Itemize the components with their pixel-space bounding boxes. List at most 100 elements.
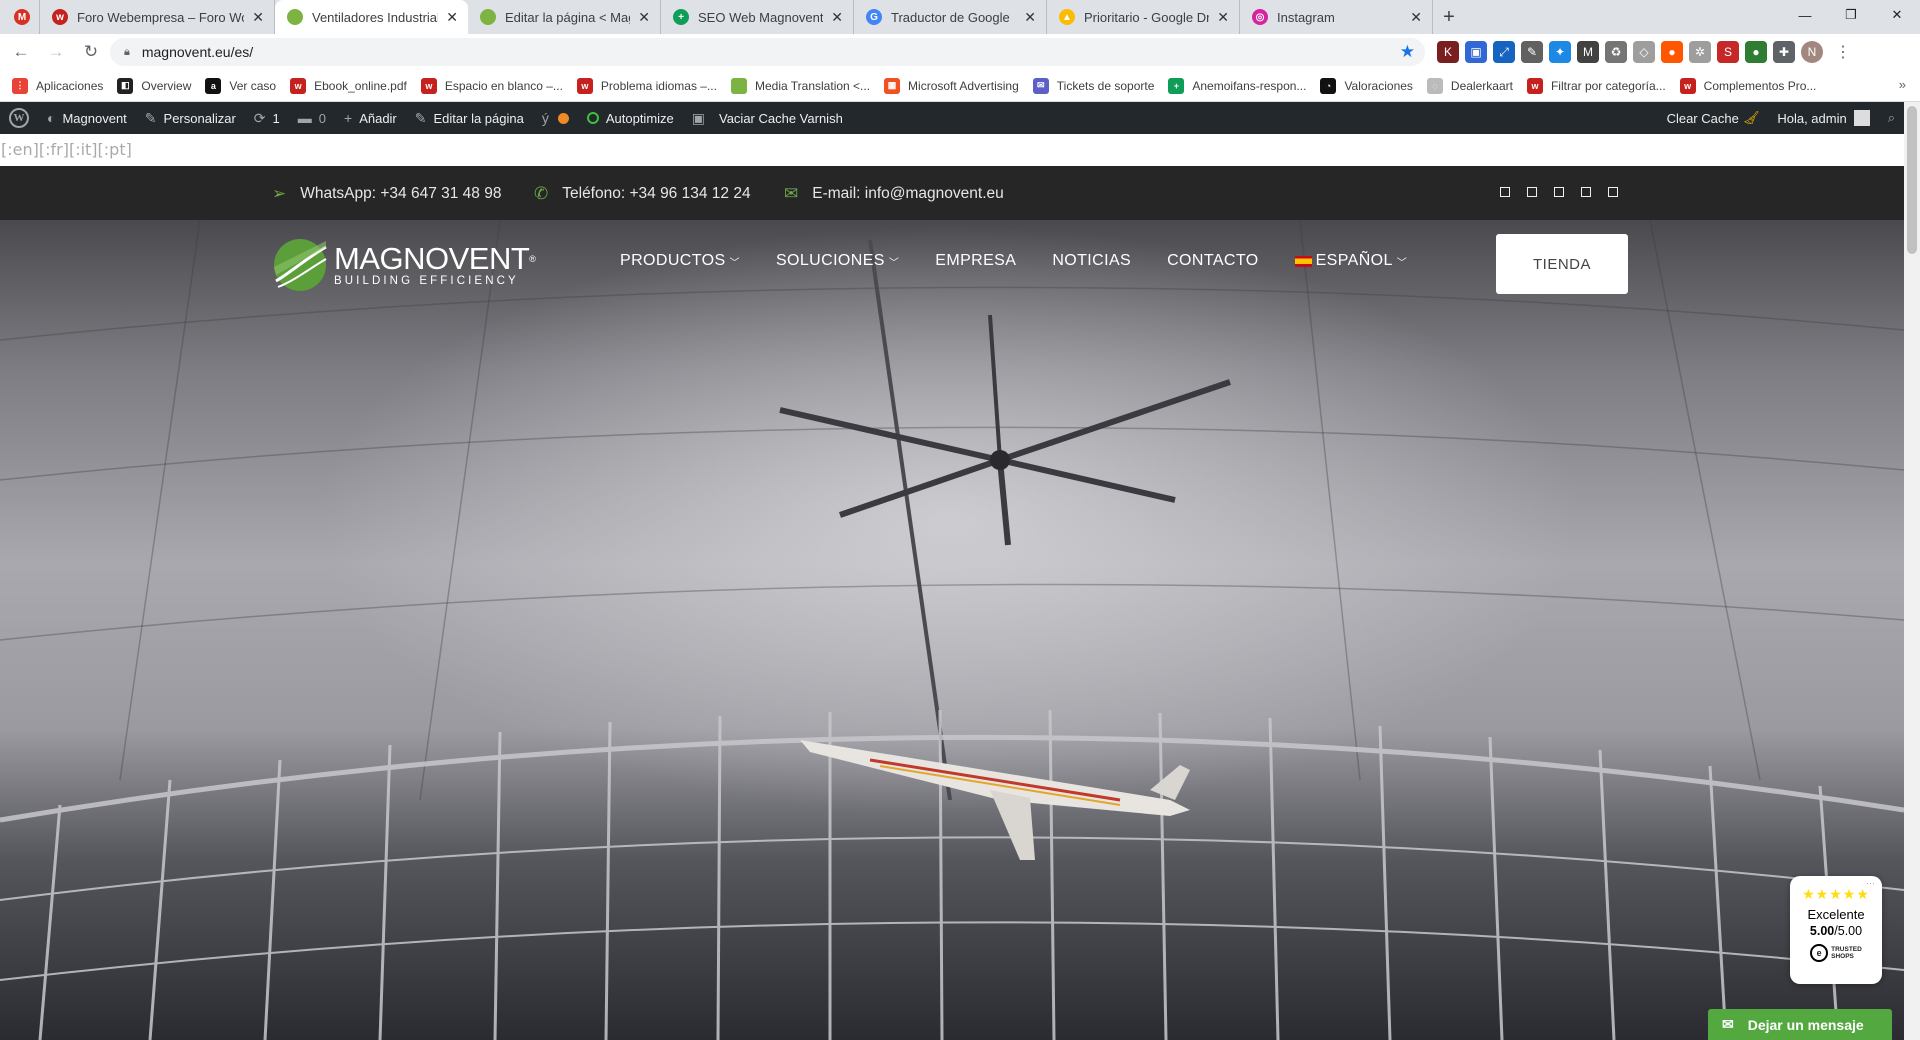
bookmark-star-icon[interactable]: ★ [1400,42,1415,62]
extension-screenshot-icon[interactable]: ⤢ [1493,41,1515,63]
shop-button[interactable]: TIENDA [1496,234,1628,294]
yoast-seo-menu[interactable]: ý [533,102,578,134]
bookmark-item[interactable]: + Anemoifans-respon... [1168,77,1306,94]
bookmarks-overflow-icon[interactable]: » [1899,77,1906,92]
wp-comments[interactable]: ▬ 0 [289,102,335,134]
extension-reddit-icon[interactable]: ● [1661,41,1683,63]
wp-admin-bar: W ◐ Magnovent ✎ Personalizar ⟳ 1 ▬ 0 + Añadir… [0,102,1904,134]
back-arrow-icon[interactable]: ← [7,38,35,66]
new-tab-icon[interactable]: + [1433,0,1465,34]
wp-account-menu[interactable]: Hola, admin [1768,102,1878,134]
extension-blue-box-icon[interactable]: ▣ [1465,41,1487,63]
extension-gear-icon[interactable]: ✲ [1689,41,1711,63]
magnovent-leaf-logo-icon [274,239,327,291]
wp-clear-cache[interactable]: Clear Cache 🧹︎ [1658,102,1769,134]
social-icon-1[interactable] [1500,187,1510,197]
forward-arrow-icon[interactable]: → [42,38,70,66]
bookmark-item[interactable]: w Ebook_online.pdf [290,77,407,94]
extensions-puzzle-icon[interactable]: ✚ [1773,41,1795,63]
wp-customize[interactable]: ✎ Personalizar [136,102,245,134]
tab-close-icon[interactable]: ✕ [831,9,843,26]
contact-topbar: ➢ WhatsApp: +34 647 31 48 98 ✆ Teléfono:… [0,166,1904,220]
bookmark-item[interactable]: ◧ Overview [117,77,191,94]
extension-recycle-icon[interactable]: ♻ [1605,41,1627,63]
magnovent-leaf-icon [730,77,747,94]
bookmark-item[interactable]: w Filtrar por categoría... [1526,77,1666,94]
extension-red-k-icon[interactable]: K [1437,41,1459,63]
address-bar[interactable]: 🔒︎ magnovent.eu/es/ ★ [110,38,1425,66]
amazon-icon: a [205,77,222,94]
extension-m-icon[interactable]: M [1577,41,1599,63]
nav-language[interactable]: ESPAÑOL ﹀ [1294,252,1408,270]
whatsapp-contact[interactable]: ➢ WhatsApp: +34 647 31 48 98 [272,184,501,204]
browser-tab[interactable]: ▲ Prioritario - Google Drive ✕ [1047,0,1240,34]
wp-add-new[interactable]: + Añadir [335,102,406,134]
extension-s-red-icon[interactable]: S [1717,41,1739,63]
bookmark-item[interactable]: a Ver caso [205,77,276,94]
bookmark-label: Media Translation <... [754,78,871,93]
extension-tag-icon[interactable]: ◇ [1633,41,1655,63]
wp-logo-menu[interactable]: W [0,102,38,134]
extension-messenger-icon[interactable]: ✦ [1549,41,1571,63]
browser-tab[interactable]: + SEO Web Magnovent - Hojas de cálculo ✕ [661,0,854,34]
webempresa-icon: w [52,9,68,25]
close-window-icon[interactable]: ✕ [1874,0,1920,30]
logo-text: MAGNOVENT® BUILDING EFFICIENCY [334,240,536,287]
wp-site-name[interactable]: ◐ Magnovent [38,102,136,134]
profile-avatar[interactable]: N [1801,41,1823,63]
tab-close-icon[interactable]: ✕ [1410,9,1422,26]
bookmark-item[interactable]: ▦ Microsoft Advertising [884,77,1019,94]
bookmark-item[interactable]: ⋮ Aplicaciones [12,77,103,94]
leave-message-button[interactable]: ✉ Dejar un mensaje [1708,1009,1892,1040]
bookmark-item[interactable]: ◌ Dealerkaart [1426,77,1513,94]
wp-edit-page[interactable]: ✎ Editar la página [406,102,533,134]
tab-close-icon[interactable]: ✕ [446,9,458,26]
social-icon-2[interactable] [1527,187,1537,197]
extension-green-drop-icon[interactable]: ● [1745,41,1767,63]
social-icon-5[interactable] [1608,187,1618,197]
browser-tab[interactable]: ◎ Instagram ✕ [1240,0,1433,34]
site-logo[interactable]: MAGNOVENT® BUILDING EFFICIENCY [272,235,536,295]
social-icon-3[interactable] [1554,187,1564,197]
avatar [1853,110,1870,126]
nav-productos[interactable]: PRODUCTOS ﹀ [620,252,740,270]
bookmark-item[interactable]: Media Translation <... [730,77,871,94]
bookmark-item[interactable]: ✉ Tickets de soporte [1032,77,1154,94]
badge-more-icon[interactable]: ··· [1866,878,1875,888]
extension-eyedropper-icon[interactable]: ✎ [1521,41,1543,63]
bookmark-item[interactable]: w Complementos Pro... [1679,77,1816,94]
browser-tab[interactable]: Editar la página < Magnovent — WordPress… [468,0,661,34]
minimize-icon[interactable]: — [1782,0,1828,30]
wp-autoptimize[interactable]: Autoptimize [578,102,683,134]
browser-tab[interactable]: w Foro Webempresa – Foro WordPress ✕ [40,0,275,34]
trusted-shops-badge[interactable]: ··· ★★★★★ Excelente 5.00/5.00 e TRUSTED S… [1790,876,1882,984]
tab-close-icon[interactable]: ✕ [638,9,650,26]
page-scrollbar[interactable] [1904,102,1920,1040]
bookmark-item[interactable]: ◔ Valoraciones [1320,77,1413,94]
wp-updates[interactable]: ⟳ 1 [245,102,289,134]
email-contact[interactable]: ✉ E-mail: info@magnovent.eu [784,184,1004,204]
browser-tab[interactable]: Ventiladores Industriales de Techo ✕ [275,0,468,34]
tab-close-icon[interactable]: ✕ [1024,9,1036,26]
bookmark-item[interactable]: w Problema idiomas –... [576,77,717,94]
wp-search[interactable]: ⌕ [1879,102,1904,134]
nav-empresa[interactable]: EMPRESA [935,252,1016,270]
tab-close-icon[interactable]: ✕ [1217,9,1229,26]
nav-contacto[interactable]: CONTACTO [1167,252,1259,270]
social-icon-4[interactable] [1581,187,1591,197]
nav-soluciones[interactable]: SOLUCIONES ﹀ [776,252,899,270]
restore-icon[interactable]: ❐ [1828,0,1874,30]
tab-close-icon[interactable]: ✕ [252,9,264,26]
nav-noticias[interactable]: NOTICIAS [1052,252,1131,270]
wp-varnish[interactable]: ▣ Vaciar Cache Varnish [683,102,852,134]
rating-score: 5.00/5.00 [1809,924,1863,938]
browser-menu-icon[interactable]: ⋮ [1835,42,1851,62]
bookmark-item[interactable]: w Espacio en blanco –... [420,77,563,94]
browser-tab[interactable]: G Traductor de Google ✕ [854,0,1047,34]
scrollbar-thumb[interactable] [1907,106,1917,254]
google-drive-icon: ▲ [1059,9,1075,25]
browser-tab[interactable]: M [0,0,40,34]
phone-contact[interactable]: ✆ Teléfono: +34 96 134 12 24 [534,184,751,204]
logo-wordmark: MAGNOVENT® [334,240,536,276]
reload-icon[interactable]: ↻ [77,38,105,66]
